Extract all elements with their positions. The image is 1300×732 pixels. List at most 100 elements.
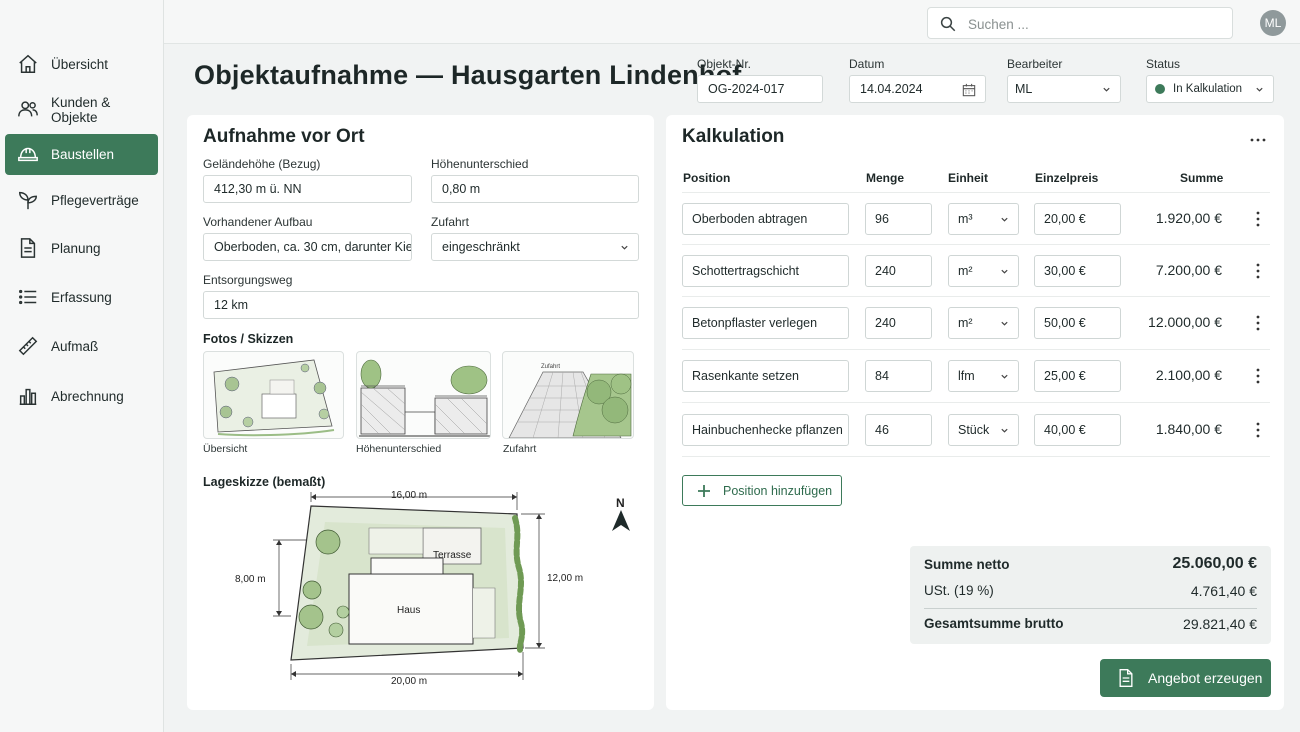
document-icon — [1119, 669, 1133, 687]
sketch-house-label: Haus — [397, 605, 420, 616]
row-sum: 1.840,00 € — [1155, 421, 1222, 437]
status-select[interactable]: In Kalkulation — [1146, 75, 1274, 103]
sidebar-item-erfassung[interactable]: Erfassung — [5, 277, 158, 318]
access-image-note: Zufahrt — [541, 364, 560, 370]
editor-label: Bearbeiter — [1007, 57, 1063, 71]
unit-select[interactable]: Stück — [948, 414, 1019, 446]
position-input[interactable]: Betonpflaster verlegen — [682, 307, 849, 339]
unit-price-value: 20,00 € — [1044, 212, 1086, 226]
bar-chart-icon — [19, 388, 37, 405]
sidebar-item-baustellen[interactable]: Baustellen — [5, 134, 158, 175]
sketch-dim-right: 12,00 m — [547, 573, 583, 584]
sketch-dim-top: 16,00 m — [391, 490, 427, 501]
plus-icon — [698, 485, 710, 497]
object-no-field[interactable]: OG-2024-017 — [697, 75, 823, 103]
structure-field[interactable]: Oberboden, ca. 30 cm, darunter Kies — [203, 233, 412, 261]
search-icon[interactable] — [939, 15, 957, 33]
more-vertical-icon[interactable] — [1255, 422, 1261, 438]
row-sum: 1.920,00 € — [1155, 210, 1222, 226]
row-divider — [682, 349, 1270, 350]
net-total-label: Summe netto — [924, 557, 1010, 572]
height-difference-image — [359, 359, 490, 437]
unit-price-input[interactable]: 50,00 € — [1034, 307, 1121, 339]
more-horizontal-icon[interactable] — [1250, 133, 1266, 147]
quantity-input[interactable]: 46 — [865, 414, 932, 446]
unit-price-value: 50,00 € — [1044, 316, 1086, 330]
chevron-down-icon — [1001, 428, 1008, 433]
quantity-input[interactable]: 84 — [865, 360, 932, 392]
sidebar-item-uebersicht[interactable]: Übersicht — [5, 44, 158, 85]
quantity-input[interactable]: 96 — [865, 203, 932, 235]
more-vertical-icon[interactable] — [1255, 368, 1261, 384]
disposal-field[interactable]: 12 km — [203, 291, 639, 319]
chevron-down-icon — [1001, 217, 1008, 222]
more-vertical-icon[interactable] — [1255, 315, 1261, 331]
create-offer-button[interactable]: Angebot erzeugen — [1100, 659, 1271, 697]
sketch-label: Lageskizze (bemaßt) — [203, 475, 326, 489]
row-sum: 7.200,00 € — [1155, 262, 1222, 278]
page-title: Objektaufnahme — Hausgarten Lindenhof — [194, 60, 742, 90]
sidebar-item-planung[interactable]: Planung — [5, 228, 158, 269]
chevron-down-icon — [1001, 321, 1008, 326]
quantity-input[interactable]: 240 — [865, 307, 932, 339]
row-divider — [682, 244, 1270, 245]
photo-overview[interactable] — [203, 351, 344, 439]
sidebar-item-aufmass[interactable]: Aufmaß — [5, 326, 158, 367]
sidebar-item-abrechnung[interactable]: Abrechnung — [5, 376, 158, 417]
height-diff-label: Höhenunterschied — [431, 157, 529, 171]
row-divider — [682, 402, 1270, 403]
position-input[interactable]: Schottertragschicht — [682, 255, 849, 287]
col-header-unit: Einheit — [948, 171, 989, 185]
structure-value: Oberboden, ca. 30 cm, darunter Kies — [214, 240, 412, 254]
access-select[interactable]: eingeschränkt — [431, 233, 639, 261]
position-input[interactable]: Hainbuchenhecke pflanzen — [682, 414, 849, 446]
row-sum: 2.100,00 € — [1155, 367, 1222, 383]
sidebar-item-label: Abrechnung — [51, 389, 124, 404]
sidebar-item-pflegevertraege[interactable]: Pflegeverträge — [5, 180, 158, 221]
unit-price-input[interactable]: 40,00 € — [1034, 414, 1121, 446]
site-sketch: 16,00 m 20,00 m 8,00 m 12,00 m Terrasse … — [235, 490, 630, 687]
users-icon — [18, 101, 38, 117]
editor-select[interactable]: ML — [1007, 75, 1121, 103]
height-diff-field[interactable]: 0,80 m — [431, 175, 639, 203]
position-input[interactable]: Oberboden abtragen — [682, 203, 849, 235]
chevron-down-icon — [1001, 374, 1008, 379]
avatar[interactable]: ML — [1260, 10, 1286, 36]
totals-divider — [924, 608, 1257, 609]
unit-price-value: 30,00 € — [1044, 264, 1086, 278]
more-vertical-icon[interactable] — [1255, 211, 1261, 227]
quantity-input[interactable]: 240 — [865, 255, 932, 287]
unit-select[interactable]: m² — [948, 307, 1019, 339]
photo-access[interactable]: Zufahrt — [502, 351, 634, 439]
row-divider — [682, 456, 1270, 457]
disposal-label: Entsorgungsweg — [203, 273, 293, 287]
add-position-button[interactable]: Position hinzufügen — [682, 475, 842, 506]
unit-select[interactable]: m² — [948, 255, 1019, 287]
sketch-dim-bottom: 20,00 m — [391, 676, 427, 687]
quantity-value: 46 — [875, 423, 889, 437]
status-dot — [1155, 84, 1165, 94]
terrain-field[interactable]: 412,30 m ü. NN — [203, 175, 412, 203]
unit-price-input[interactable]: 30,00 € — [1034, 255, 1121, 287]
unit-select[interactable]: lfm — [948, 360, 1019, 392]
date-field[interactable]: 14.04.2024 — [849, 75, 986, 103]
date-label: Datum — [849, 57, 885, 71]
status-value: In Kalkulation — [1173, 83, 1243, 95]
sidebar-item-label: Übersicht — [51, 57, 109, 72]
position-input[interactable]: Rasenkante setzen — [682, 360, 849, 392]
unit-price-input[interactable]: 20,00 € — [1034, 203, 1121, 235]
unit-price-input[interactable]: 25,00 € — [1034, 360, 1121, 392]
col-header-position: Position — [683, 171, 731, 185]
photo-height-difference[interactable] — [356, 351, 491, 439]
sidebar-item-label: Kunden & Objekte — [51, 94, 111, 125]
position-value: Schottertragschicht — [692, 264, 799, 278]
photo-caption: Übersicht — [203, 443, 248, 455]
position-value: Rasenkante setzen — [692, 369, 800, 383]
document-icon — [20, 238, 36, 258]
sidebar-item-kunden[interactable]: Kunden & Objekte — [5, 89, 158, 130]
search-input[interactable] — [968, 14, 1223, 34]
calendar-icon[interactable] — [962, 83, 976, 97]
ruler-icon — [18, 336, 38, 356]
more-vertical-icon[interactable] — [1255, 263, 1261, 279]
unit-select[interactable]: m³ — [948, 203, 1019, 235]
